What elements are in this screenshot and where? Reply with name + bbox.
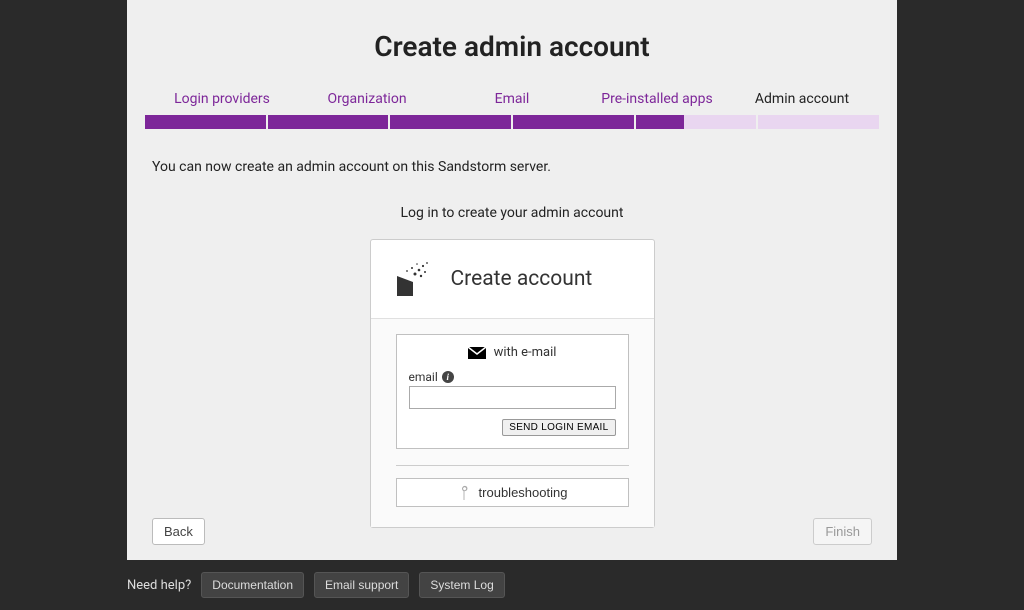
tab-email[interactable]: Email bbox=[440, 85, 585, 113]
mail-icon bbox=[468, 347, 486, 359]
description-text: You can now create an admin account on t… bbox=[127, 159, 897, 175]
info-icon[interactable]: i bbox=[442, 371, 454, 383]
documentation-button[interactable]: Documentation bbox=[201, 572, 304, 598]
sandstorm-logo-icon bbox=[393, 258, 435, 300]
progress-seg-1 bbox=[145, 115, 266, 129]
divider bbox=[396, 465, 629, 466]
email-login-box: with e-mail email i SEND LOGIN EMAIL bbox=[396, 334, 629, 449]
create-account-card: Create account with e-mail email i SEND … bbox=[370, 239, 655, 528]
progress-seg-5 bbox=[636, 115, 757, 129]
tab-preinstalled-apps[interactable]: Pre-installed apps bbox=[585, 85, 730, 113]
tab-login-providers[interactable]: Login providers bbox=[150, 85, 295, 113]
tab-admin-account[interactable]: Admin account bbox=[730, 85, 875, 113]
need-help-label: Need help? bbox=[127, 578, 191, 593]
card-header: Create account bbox=[371, 240, 654, 319]
back-button[interactable]: Back bbox=[152, 518, 205, 545]
progress-seg-6 bbox=[758, 115, 879, 129]
email-support-button[interactable]: Email support bbox=[314, 572, 409, 598]
tab-organization[interactable]: Organization bbox=[295, 85, 440, 113]
progress-bar bbox=[145, 115, 879, 129]
progress-seg-4 bbox=[513, 115, 634, 129]
email-box-header: with e-mail bbox=[409, 345, 616, 360]
card-body: with e-mail email i SEND LOGIN EMAIL tro… bbox=[371, 319, 654, 527]
email-input[interactable] bbox=[409, 386, 616, 409]
send-login-email-button[interactable]: SEND LOGIN EMAIL bbox=[502, 419, 615, 436]
wrench-icon bbox=[454, 483, 474, 503]
help-bar: Need help? Documentation Email support S… bbox=[127, 572, 505, 598]
page-title: Create admin account bbox=[127, 30, 897, 63]
wizard-tabs: Login providers Organization Email Pre-i… bbox=[127, 85, 897, 113]
footer-nav: Back Finish bbox=[152, 518, 872, 545]
progress-seg-2 bbox=[268, 115, 389, 129]
finish-button[interactable]: Finish bbox=[813, 518, 872, 545]
card-title: Create account bbox=[451, 267, 593, 291]
setup-wizard-panel: Create admin account Login providers Org… bbox=[127, 0, 897, 560]
with-email-label: with e-mail bbox=[494, 345, 557, 360]
login-prompt: Log in to create your admin account bbox=[127, 205, 897, 221]
troubleshooting-label: troubleshooting bbox=[479, 485, 568, 500]
email-label: email bbox=[409, 370, 438, 384]
troubleshooting-button[interactable]: troubleshooting bbox=[396, 478, 629, 507]
email-label-row: email i bbox=[409, 370, 616, 384]
system-log-button[interactable]: System Log bbox=[419, 572, 504, 598]
progress-seg-3 bbox=[390, 115, 511, 129]
